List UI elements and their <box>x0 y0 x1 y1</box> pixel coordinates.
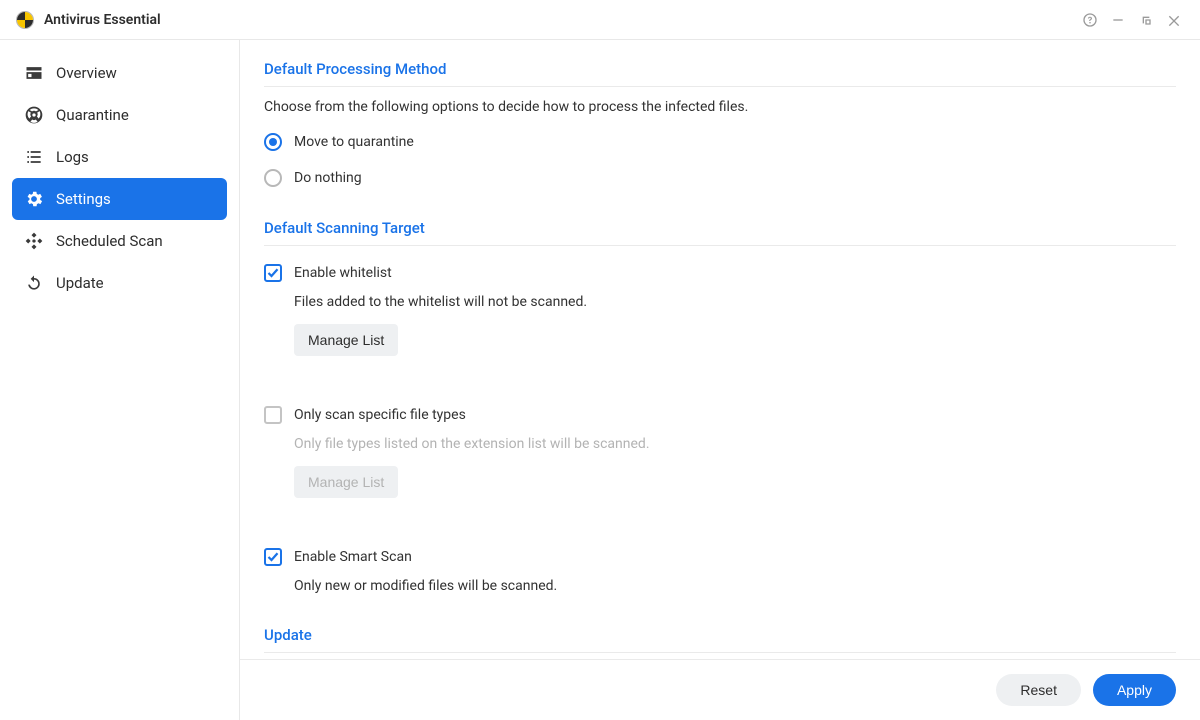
footer: Reset Apply <box>240 659 1200 720</box>
close-button[interactable] <box>1160 6 1188 34</box>
option-label: Enable Smart Scan <box>294 549 412 565</box>
checkbox-checked-icon <box>264 548 282 566</box>
option-move-to-quarantine[interactable]: Move to quarantine <box>264 133 1176 151</box>
sidebar-item-settings[interactable]: Settings <box>12 178 227 220</box>
option-enable-whitelist[interactable]: Enable whitelist <box>264 264 1176 282</box>
sidebar-item-label: Update <box>56 274 104 292</box>
section-title-processing: Default Processing Method <box>264 60 1176 87</box>
radio-unchecked-icon <box>264 169 282 187</box>
radio-checked-icon <box>264 133 282 151</box>
titlebar: Antivirus Essential <box>0 0 1200 40</box>
checkbox-checked-icon <box>264 264 282 282</box>
sidebar-item-overview[interactable]: Overview <box>12 52 227 94</box>
section-title-update: Update <box>264 626 1176 653</box>
apply-button[interactable]: Apply <box>1093 674 1176 706</box>
quarantine-icon <box>24 105 44 125</box>
option-label: Do nothing <box>294 170 362 186</box>
sidebar-item-scheduled-scan[interactable]: Scheduled Scan <box>12 220 227 262</box>
gear-icon <box>24 189 44 209</box>
sidebar-item-quarantine[interactable]: Quarantine <box>12 94 227 136</box>
app-title: Antivirus Essential <box>44 12 161 28</box>
option-label: Only scan specific file types <box>294 407 466 423</box>
sidebar-item-label: Settings <box>56 190 111 208</box>
option-specific-file-types[interactable]: Only scan specific file types <box>264 406 1176 424</box>
sidebar-item-logs[interactable]: Logs <box>12 136 227 178</box>
option-description: Only file types listed on the extension … <box>294 436 1176 452</box>
option-label: Enable whitelist <box>294 265 392 281</box>
target-icon <box>24 231 44 251</box>
option-label: Move to quarantine <box>294 134 414 150</box>
manage-extension-list-button: Manage List <box>294 466 398 498</box>
option-description: Files added to the whitelist will not be… <box>294 294 1176 310</box>
sidebar-item-label: Scheduled Scan <box>56 232 163 250</box>
shield-icon <box>16 11 34 29</box>
overview-icon <box>24 63 44 83</box>
help-button[interactable] <box>1076 6 1104 34</box>
minimize-button[interactable] <box>1104 6 1132 34</box>
option-description: Only new or modified files will be scann… <box>294 578 1176 594</box>
sidebar-item-label: Logs <box>56 148 89 166</box>
manage-whitelist-button[interactable]: Manage List <box>294 324 398 356</box>
sidebar-item-label: Overview <box>56 64 117 82</box>
reset-button[interactable]: Reset <box>996 674 1081 706</box>
option-enable-smart-scan[interactable]: Enable Smart Scan <box>264 548 1176 566</box>
refresh-icon <box>24 273 44 293</box>
section-title-scanning: Default Scanning Target <box>264 219 1176 246</box>
logs-icon <box>24 147 44 167</box>
sidebar-item-update[interactable]: Update <box>12 262 227 304</box>
section-description: Choose from the following options to dec… <box>264 99 1176 115</box>
sidebar-item-label: Quarantine <box>56 106 129 124</box>
settings-panel: Default Processing Method Choose from th… <box>240 40 1200 659</box>
sidebar: Overview Quarantine Logs Settings <box>0 40 240 720</box>
option-do-nothing[interactable]: Do nothing <box>264 169 1176 187</box>
maximize-button[interactable] <box>1132 6 1160 34</box>
checkbox-unchecked-icon <box>264 406 282 424</box>
